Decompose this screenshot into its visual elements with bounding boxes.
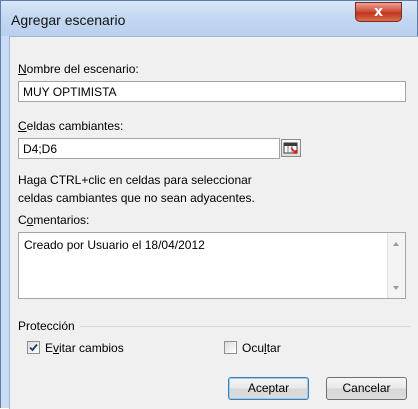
window-title: Agregar escenario bbox=[11, 12, 126, 28]
scroll-up-icon[interactable] bbox=[393, 242, 399, 246]
dialog-body: Nombre del escenario: MUY OPTIMISTA Celd… bbox=[9, 36, 418, 409]
title-bar[interactable]: Agregar escenario x bbox=[1, 1, 417, 36]
hide-label[interactable]: Ocultar bbox=[242, 341, 281, 355]
hint-line-1: Haga CTRL+clic en celdas para selecciona… bbox=[18, 173, 252, 187]
comments-textarea[interactable]: Creado por Usuario el 18/04/2012 bbox=[18, 232, 406, 299]
comments-scrollbar[interactable] bbox=[387, 233, 405, 298]
changing-cells-input[interactable]: D4;D6 bbox=[18, 138, 280, 159]
close-button[interactable]: x bbox=[355, 2, 402, 22]
add-scenario-dialog: Agregar escenario x Nombre del escenario… bbox=[0, 0, 418, 409]
changing-cells-label: Celdas cambiantes: bbox=[18, 119, 124, 133]
hint-line-2: celdas cambiantes que no sean adyacentes… bbox=[18, 191, 255, 205]
comments-text: Creado por Usuario el 18/04/2012 bbox=[24, 238, 205, 252]
scroll-down-icon[interactable] bbox=[393, 286, 399, 290]
protection-divider bbox=[80, 326, 410, 327]
range-selector-icon bbox=[282, 140, 300, 156]
prevent-changes-label[interactable]: Evitar cambios bbox=[45, 341, 124, 355]
scenario-name-label: Nombre del escenario: bbox=[18, 62, 139, 76]
cancel-button[interactable]: Cancelar bbox=[326, 377, 407, 400]
prevent-changes-checkbox[interactable] bbox=[27, 341, 40, 354]
hide-checkbox[interactable] bbox=[224, 341, 237, 354]
close-icon: x bbox=[373, 4, 384, 20]
range-selector-button[interactable] bbox=[281, 139, 301, 157]
protection-heading: Protección bbox=[18, 319, 75, 333]
scenario-name-input[interactable]: MUY OPTIMISTA bbox=[18, 81, 406, 102]
comments-label: Comentarios: bbox=[18, 213, 90, 227]
checkmark-icon bbox=[28, 342, 39, 353]
ok-button[interactable]: Aceptar bbox=[228, 377, 309, 400]
